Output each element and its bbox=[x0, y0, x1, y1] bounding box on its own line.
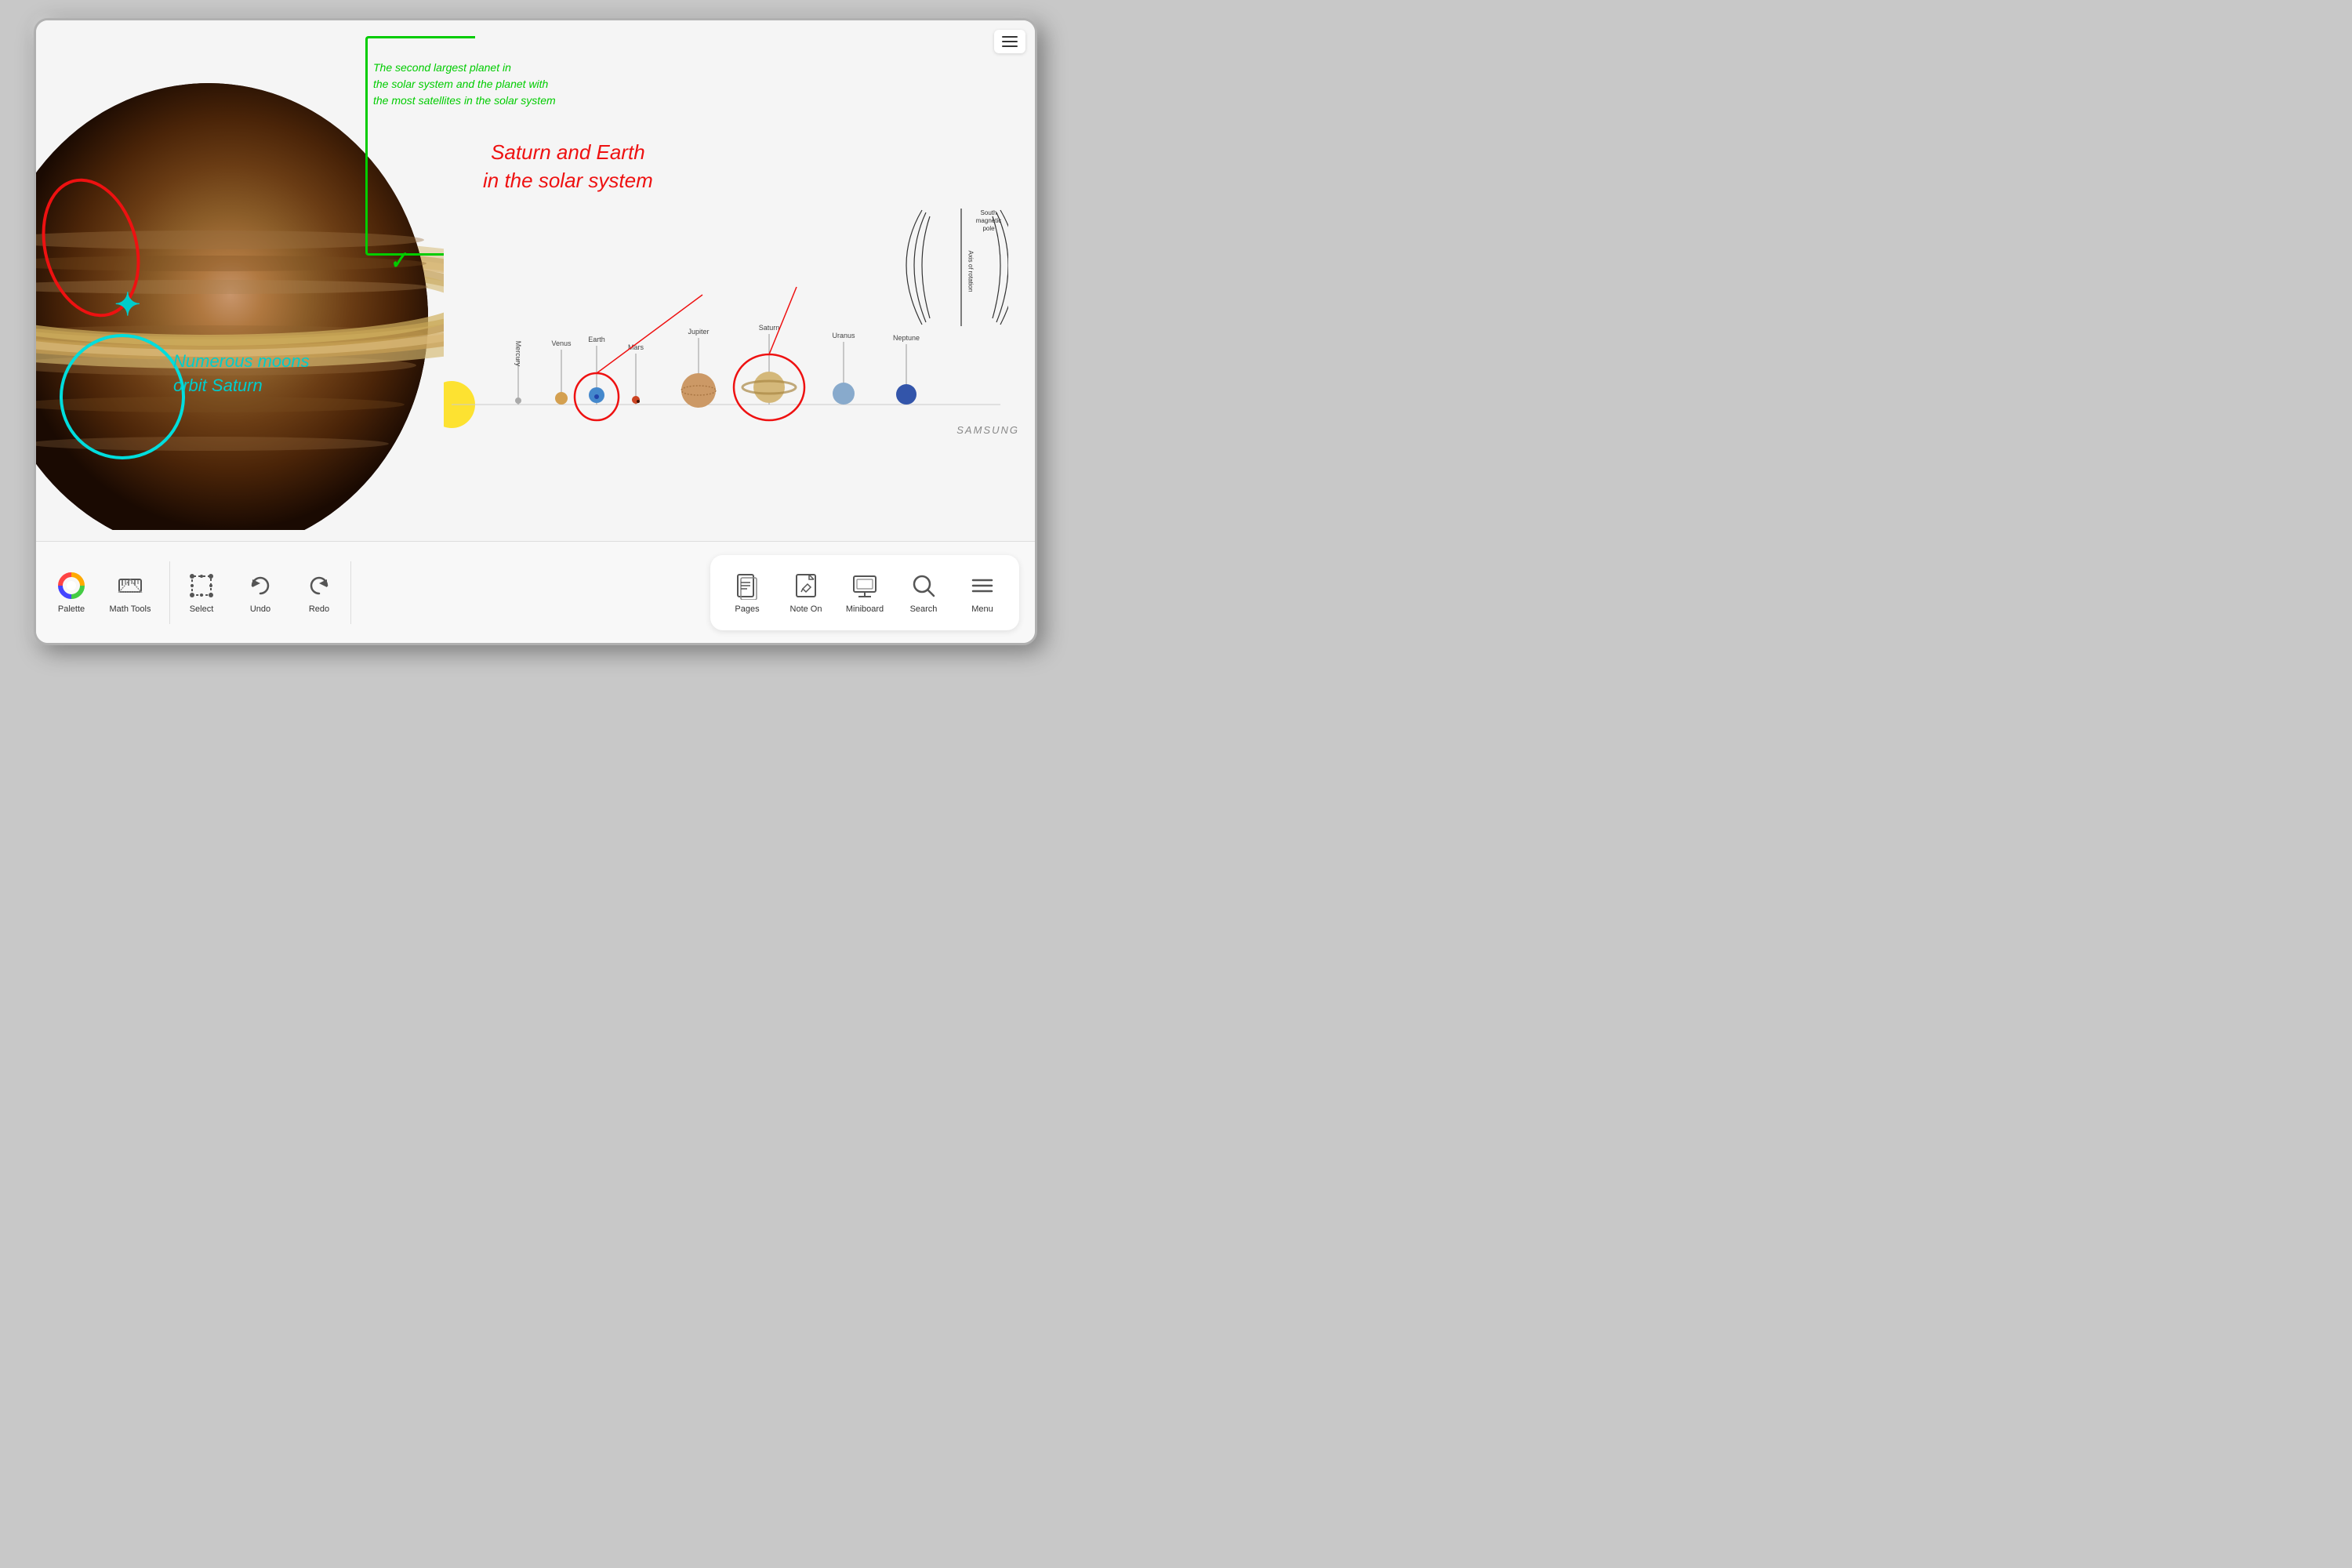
canvas-area[interactable]: ✓ ✦ Numerous moons orbit Saturn The seco… bbox=[36, 20, 1035, 546]
undo-icon bbox=[245, 570, 276, 601]
hamburger-line-1 bbox=[1002, 36, 1018, 38]
note-on-label: Note On bbox=[790, 604, 822, 615]
svg-text:Jupiter: Jupiter bbox=[688, 328, 709, 336]
screen: ✓ ✦ Numerous moons orbit Saturn The seco… bbox=[34, 18, 1037, 645]
tools-far-right-group: Pages Note On bbox=[710, 555, 1019, 630]
redo-button[interactable]: Redo bbox=[292, 554, 347, 632]
toolbar-divider-1 bbox=[169, 561, 170, 624]
select-label: Select bbox=[190, 604, 214, 615]
note-on-button[interactable]: Note On bbox=[779, 561, 833, 624]
menu-button[interactable]: Menu bbox=[955, 561, 1010, 624]
toolbar: Palette bbox=[36, 541, 1035, 643]
menu-label: Menu bbox=[971, 604, 993, 615]
svg-text:Saturn: Saturn bbox=[759, 324, 780, 332]
cyan-circle-annotation bbox=[60, 334, 185, 459]
solar-system-diagram: Mercury Venus Earth Mars bbox=[444, 201, 1008, 475]
miniboard-label: Miniboard bbox=[846, 604, 884, 615]
svg-text:Venus: Venus bbox=[551, 339, 572, 347]
select-button[interactable]: Select bbox=[174, 554, 229, 632]
pages-button[interactable]: Pages bbox=[720, 561, 775, 624]
svg-text:Uranus: Uranus bbox=[832, 332, 855, 339]
miniboard-button[interactable]: Miniboard bbox=[837, 561, 892, 624]
math-tools-icon bbox=[114, 570, 146, 601]
pages-label: Pages bbox=[735, 604, 759, 615]
green-text-annotation: The second largest planet in the solar s… bbox=[373, 60, 608, 109]
red-text-annotation: Saturn and Earth in the solar system bbox=[483, 138, 653, 195]
palette-button[interactable]: Palette bbox=[44, 554, 99, 632]
search-label: Search bbox=[910, 604, 938, 615]
hamburger-line-2 bbox=[1002, 41, 1018, 42]
tools-left-group: Palette bbox=[36, 554, 165, 632]
menu-button-top[interactable] bbox=[994, 30, 1025, 53]
note-on-icon bbox=[790, 570, 822, 601]
palette-label: Palette bbox=[58, 604, 85, 615]
redo-label: Redo bbox=[309, 604, 329, 615]
samsung-branding: SAMSUNG bbox=[956, 424, 1019, 436]
miniboard-icon bbox=[849, 570, 880, 601]
undo-label: Undo bbox=[250, 604, 270, 615]
redo-icon bbox=[303, 570, 335, 601]
svg-text:Mercury: Mercury bbox=[514, 341, 522, 367]
pages-icon bbox=[731, 570, 763, 601]
math-tools-label: Math Tools bbox=[110, 604, 151, 615]
hamburger-line-3 bbox=[1002, 45, 1018, 47]
cyan-star-annotation: ✦ bbox=[114, 287, 141, 323]
svg-text:Neptune: Neptune bbox=[893, 334, 920, 342]
svg-text:Axis of rotation: Axis of rotation bbox=[967, 251, 975, 292]
math-tools-button[interactable]: Math Tools bbox=[103, 554, 158, 632]
palette-icon bbox=[56, 570, 87, 601]
svg-text:pole: pole bbox=[982, 225, 995, 232]
menu-icon bbox=[967, 570, 998, 601]
svg-text:Earth: Earth bbox=[588, 336, 605, 343]
svg-text:magnetic: magnetic bbox=[976, 217, 1001, 224]
svg-text:South: South bbox=[981, 209, 997, 216]
cyan-text-annotation: Numerous moons orbit Saturn bbox=[173, 350, 310, 398]
search-icon bbox=[908, 570, 939, 601]
toolbar-divider-2 bbox=[350, 561, 351, 624]
tools-middle-group: Select Undo bbox=[174, 554, 347, 632]
select-icon bbox=[186, 570, 217, 601]
undo-button[interactable]: Undo bbox=[233, 554, 288, 632]
search-button[interactable]: Search bbox=[896, 561, 951, 624]
